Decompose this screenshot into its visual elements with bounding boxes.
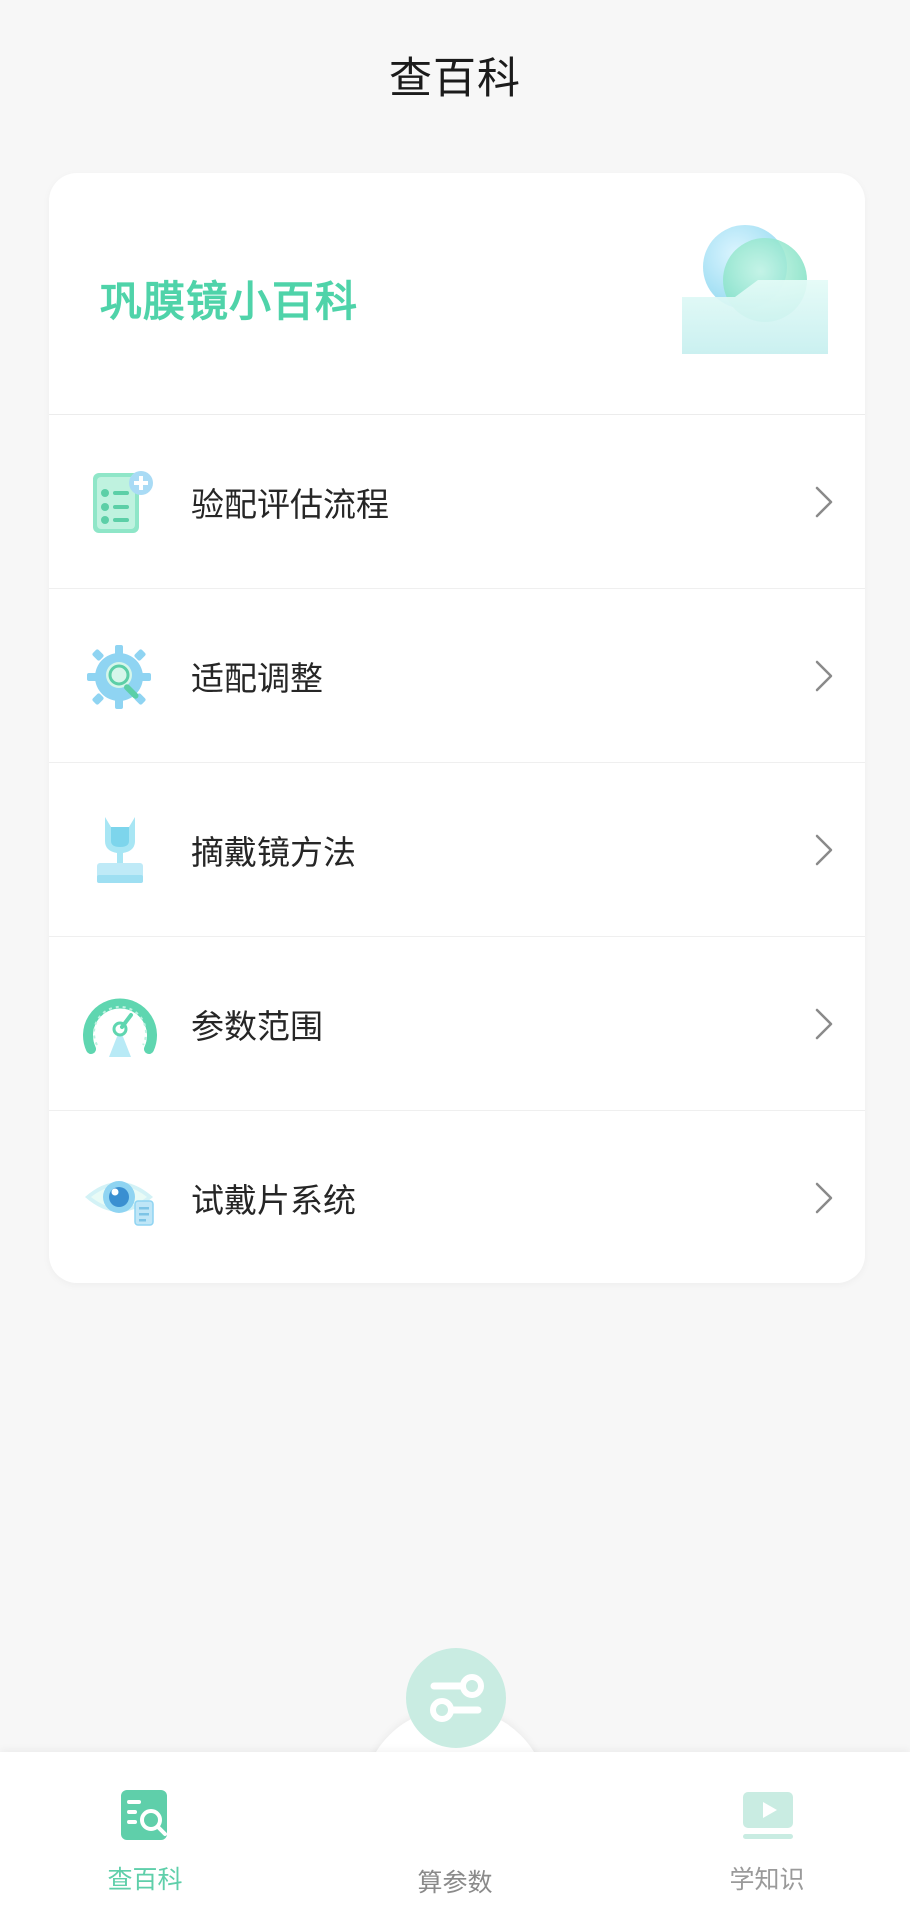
eye-document-icon	[85, 1181, 154, 1226]
menu-item-label: 摘戴镜方法	[191, 832, 356, 872]
page-title: 查百科	[389, 54, 521, 104]
card-header: 巩膜镜小百科	[49, 173, 865, 415]
checklist-icon	[93, 470, 153, 533]
chevron-right-icon	[815, 660, 833, 691]
menu-item-label: 参数范围	[191, 1006, 323, 1046]
calculate-parameters-button[interactable]	[406, 1648, 506, 1748]
tab-label: 算参数	[417, 1868, 493, 1897]
encyclopedia-card: 巩膜镜小百科 验配评估流程 适配调整 摘戴镜方法 参数范围 试戴片系统	[49, 173, 865, 1283]
menu-item-fit-adjustment[interactable]: 适配调整	[49, 589, 865, 763]
document-search-icon	[121, 1790, 167, 1840]
chevron-right-icon	[815, 834, 833, 865]
tab-encyclopedia[interactable]: 查百科	[70, 1752, 220, 1920]
menu-item-fitting-process[interactable]: 验配评估流程	[49, 415, 865, 589]
menu-item-label: 适配调整	[191, 658, 323, 698]
gauge-icon	[83, 997, 157, 1057]
menu-item-label: 试戴片系统	[191, 1181, 356, 1220]
video-play-icon	[743, 1792, 793, 1839]
gear-search-icon	[87, 644, 151, 709]
menu-item-insertion-removal[interactable]: 摘戴镜方法	[49, 763, 865, 937]
chevron-right-icon	[815, 1008, 833, 1039]
card-heading: 巩膜镜小百科	[100, 277, 359, 326]
tab-learn-knowledge[interactable]: 学知识	[692, 1752, 842, 1920]
tab-label: 查百科	[107, 1865, 183, 1894]
tab-label: 学知识	[729, 1865, 805, 1894]
menu-item-parameter-range[interactable]: 参数范围	[49, 937, 865, 1111]
scleral-lens-icon	[682, 225, 828, 354]
lens-plunger-icon	[97, 816, 143, 883]
menu-item-trial-lens-system[interactable]: 试戴片系统	[49, 1111, 865, 1283]
page: 查百科 巩膜镜小百科 验配评估流程 适配调整 摘戴镜方法 参数范围 试戴片系统 …	[0, 0, 910, 1920]
chevron-right-icon	[815, 1182, 833, 1214]
sliders-icon	[430, 1674, 484, 1722]
tab-calculate-parameters[interactable]: 算参数	[355, 1648, 555, 1920]
chevron-right-icon	[815, 486, 833, 517]
menu-item-label: 验配评估流程	[191, 484, 389, 524]
